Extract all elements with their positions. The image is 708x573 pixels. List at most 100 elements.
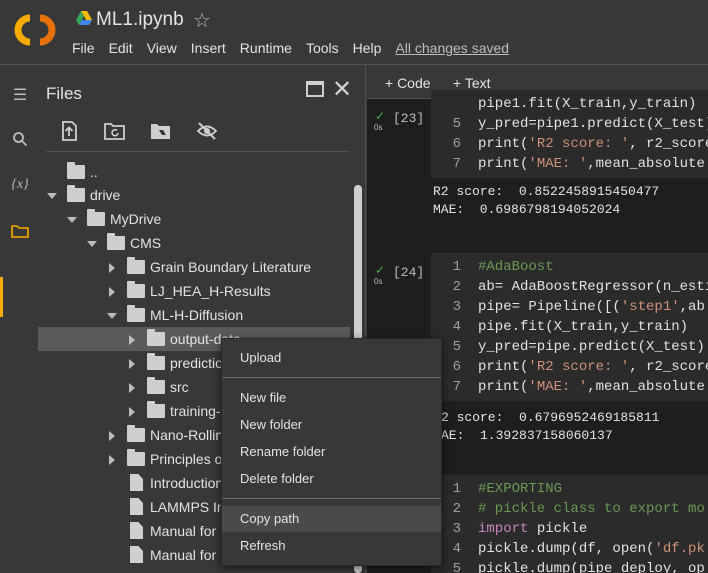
- line-number: 2: [452, 501, 461, 517]
- code-text: pickle.dump(df, open('df.pk: [478, 541, 705, 557]
- tree-item-label: Introduction: [150, 475, 224, 491]
- tree-item-label: Principles of: [150, 451, 227, 467]
- tree-item-label: training-: [170, 403, 221, 419]
- notebook-title[interactable]: ML1.ipynb: [96, 9, 184, 31]
- refresh-icon[interactable]: [104, 121, 126, 141]
- chevron-down-icon[interactable]: [87, 241, 97, 247]
- chevron-right-icon[interactable]: [129, 383, 135, 393]
- chevron-down-icon[interactable]: [107, 313, 117, 319]
- tree-item-label: CMS: [130, 235, 162, 251]
- code-text: y_pred=pipe.predict(X_test): [478, 339, 705, 355]
- code-line: 3 pipe= Pipeline([('step1',ab: [431, 297, 708, 317]
- tree-item[interactable]: LJ_HEA_H-Results: [38, 279, 350, 303]
- hide-files-icon[interactable]: [196, 121, 218, 141]
- code-editor[interactable]: 1 #EXPORTING 2 # pickle class to export mo 3…: [431, 475, 708, 573]
- menu-view[interactable]: View: [147, 40, 177, 56]
- tree-item-label: Grain Boundary Literature: [150, 259, 312, 275]
- tree-item[interactable]: MyDrive: [38, 207, 350, 231]
- tree-item-label: LJ_HEA_H-Results: [150, 283, 271, 299]
- code-line: 7 print('MAE: ',mean_absolute: [431, 154, 708, 174]
- code-line: pipe1.fit(X_train,y_train): [431, 94, 708, 114]
- code-editor[interactable]: pipe1.fit(X_train,y_train) 5 y_pred=pipe1.…: [431, 90, 708, 178]
- toc-icon[interactable]: ☰: [10, 85, 30, 105]
- code-line: 1 #AdaBoost: [431, 257, 708, 277]
- menu-help[interactable]: Help: [353, 40, 382, 56]
- code-cell[interactable]: ✓ 0s [23] pipe1.fit(X_train,y_train) 5 y_pred…: [367, 90, 708, 239]
- mount-drive-icon[interactable]: [150, 121, 172, 141]
- tree-item-label: drive: [90, 187, 121, 203]
- chevron-right-icon[interactable]: [129, 359, 135, 369]
- menu-edit[interactable]: Edit: [109, 40, 133, 56]
- ctx-delete-folder[interactable]: Delete folder: [222, 466, 441, 492]
- chevron-right-icon[interactable]: [109, 431, 115, 441]
- line-number: 7: [452, 379, 461, 395]
- menu-insert[interactable]: Insert: [191, 40, 226, 56]
- variables-icon[interactable]: {x}: [10, 177, 30, 197]
- execution-count: [23]: [393, 111, 425, 126]
- maximize-icon[interactable]: [306, 81, 324, 97]
- tree-item[interactable]: Grain Boundary Literature: [38, 255, 350, 279]
- line-number: 3: [452, 521, 461, 537]
- code-line: 2 ab= AdaBoostRegressor(n_esti: [431, 277, 708, 297]
- check-icon: ✓: [375, 263, 386, 277]
- close-icon[interactable]: ✕: [332, 75, 352, 104]
- code-line: 4 pickle.dump(df, open('df.pk: [431, 539, 708, 559]
- code-text: # pickle class to export mo: [478, 501, 705, 517]
- folder-icon: [147, 401, 165, 418]
- code-editor[interactable]: 1 #AdaBoost 2 ab= AdaBoostRegressor(n_esti 3…: [431, 253, 708, 401]
- chevron-right-icon[interactable]: [109, 263, 115, 273]
- code-text: #EXPORTING: [478, 481, 563, 497]
- folder-icon: [107, 233, 125, 250]
- folder-icon[interactable]: [10, 223, 30, 243]
- tree-item[interactable]: CMS: [38, 231, 350, 255]
- tree-item-label: Nano-Rolling: [150, 427, 231, 443]
- chevron-down-icon[interactable]: [67, 217, 77, 223]
- ctx-refresh[interactable]: Refresh: [222, 533, 441, 559]
- chevron-right-icon[interactable]: [109, 455, 115, 465]
- left-rail: ☰ {x}: [0, 65, 38, 573]
- line-number: 3: [452, 299, 461, 315]
- code-line: 5 y_pred=pipe1.predict(X_test): [431, 114, 708, 134]
- menu-tools[interactable]: Tools: [306, 40, 339, 56]
- upload-icon[interactable]: [58, 121, 80, 141]
- tree-item[interactable]: drive: [38, 183, 350, 207]
- run-time: 0s: [374, 123, 383, 132]
- ctx-new-file[interactable]: New file: [222, 385, 441, 411]
- active-indicator: [0, 277, 3, 317]
- line-number: 6: [452, 359, 461, 375]
- chevron-right-icon[interactable]: [109, 287, 115, 297]
- code-text: pickle.dump(pipe_deploy, op: [478, 561, 705, 573]
- tree-item[interactable]: ..: [38, 160, 350, 184]
- code-line: 6 print('R2 score: ', r2_score: [431, 357, 708, 377]
- chevron-down-icon[interactable]: [47, 193, 57, 199]
- folder-icon: [127, 281, 145, 298]
- folder-up-icon: [67, 162, 85, 179]
- ctx-separator: [222, 377, 441, 378]
- chevron-right-icon[interactable]: [129, 335, 135, 345]
- star-icon[interactable]: ☆: [193, 8, 211, 33]
- add-code-button[interactable]: + Code: [385, 75, 431, 91]
- run-time: 0s: [374, 277, 383, 286]
- line-number: 5: [452, 339, 461, 355]
- menu-runtime[interactable]: Runtime: [240, 40, 292, 56]
- ctx-copy-path[interactable]: Copy path: [222, 506, 441, 532]
- line-number: 1: [452, 481, 461, 497]
- drive-icon: [76, 11, 92, 25]
- menu-file[interactable]: File: [72, 40, 95, 56]
- ctx-upload[interactable]: Upload: [222, 345, 441, 371]
- line-number: 5: [452, 116, 461, 132]
- code-text: y_pred=pipe1.predict(X_test): [478, 116, 708, 132]
- folder-icon: [127, 449, 145, 466]
- code-line: 6 print('R2 score: ', r2_score: [431, 134, 708, 154]
- tree-item[interactable]: ML-H-Diffusion: [38, 303, 350, 327]
- save-status[interactable]: All changes saved: [395, 40, 509, 56]
- search-icon[interactable]: [10, 131, 30, 151]
- tree-item-label: src: [170, 379, 189, 395]
- line-number: 1: [452, 259, 461, 275]
- line-number: 7: [452, 156, 461, 172]
- colab-logo[interactable]: [12, 10, 58, 50]
- ctx-rename-folder[interactable]: Rename folder: [222, 439, 441, 465]
- ctx-new-folder[interactable]: New folder: [222, 412, 441, 438]
- chevron-right-icon[interactable]: [129, 407, 135, 417]
- add-text-button[interactable]: + Text: [453, 75, 491, 91]
